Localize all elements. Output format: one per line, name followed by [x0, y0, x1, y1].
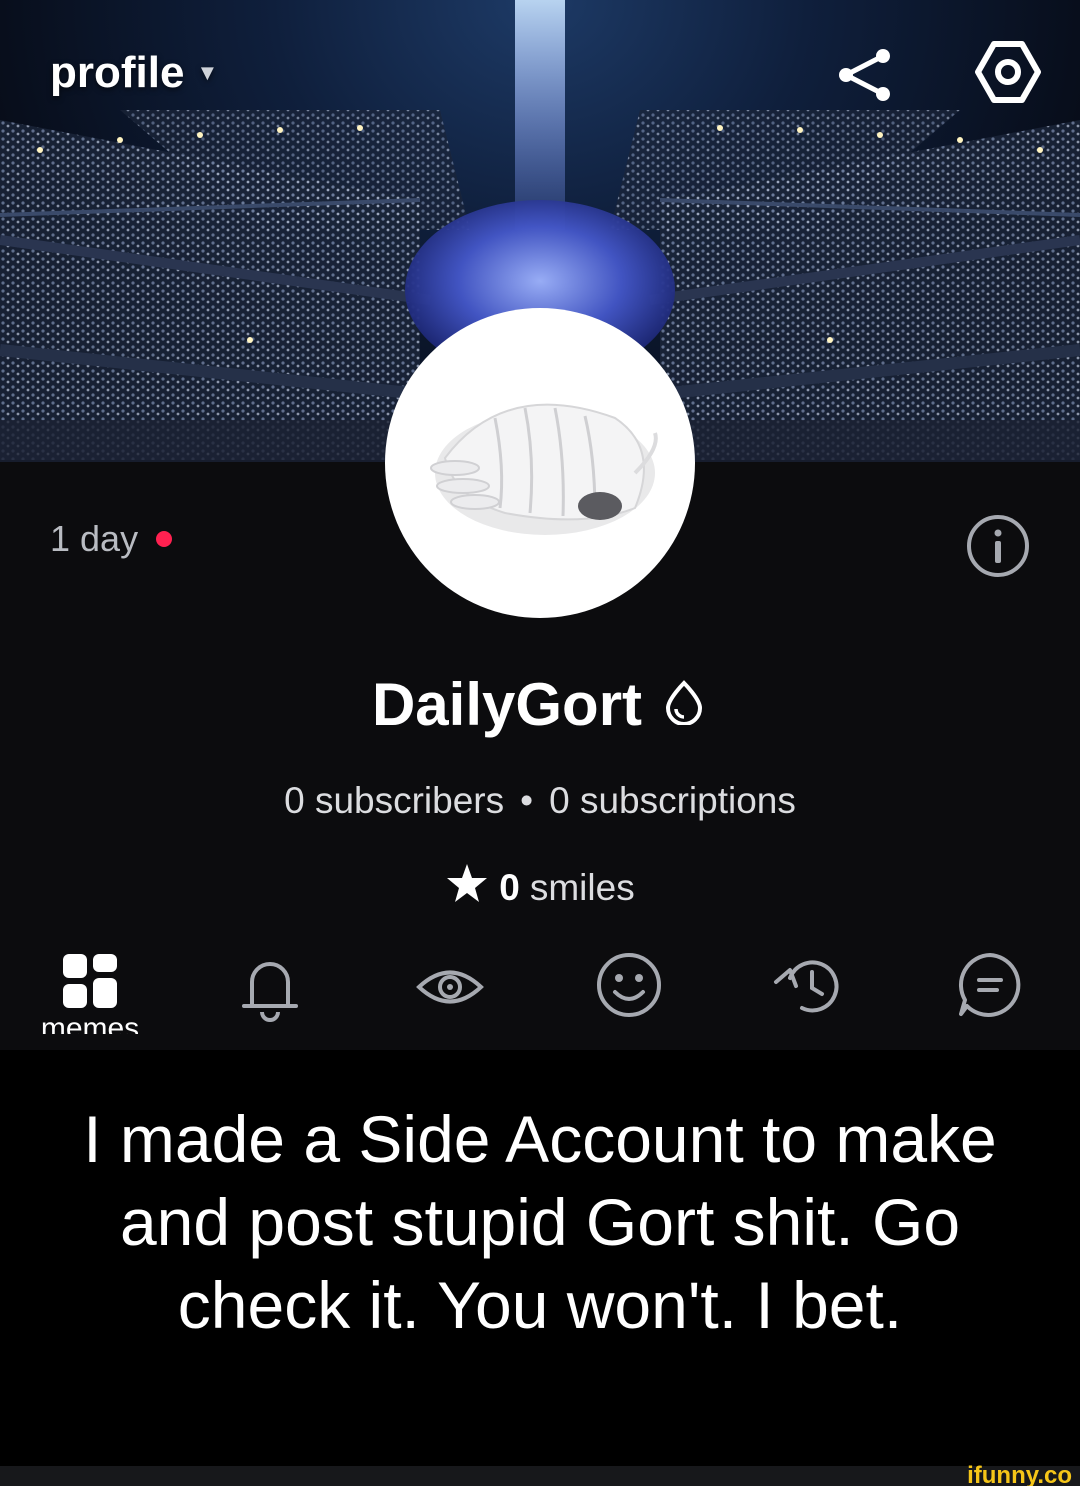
info-icon[interactable] [962, 510, 1034, 582]
smiles-count: 0 [499, 866, 520, 908]
username: DailyGort [371, 671, 643, 738]
watermark: ifunny.co [967, 1462, 1072, 1486]
account-age: 1 day [50, 518, 173, 560]
drop-badge-icon [660, 670, 708, 739]
smiley-icon [597, 953, 661, 1017]
tab-viewed[interactable] [413, 950, 487, 1024]
account-age-label: 1 day [50, 518, 139, 559]
chevron-down-icon: ▼ [196, 60, 219, 85]
profile-menu-button[interactable]: profile ▼ [50, 48, 218, 98]
tab-history[interactable] [772, 950, 848, 1022]
profile-tabs: memes [0, 950, 1080, 1050]
page-title: profile [50, 48, 185, 97]
tab-smiled[interactable] [594, 950, 664, 1020]
grid-icon [63, 954, 117, 1008]
stats-separator: • [520, 780, 534, 821]
subscribers-count[interactable]: 0 subscribers [284, 780, 504, 821]
online-dot [156, 531, 173, 547]
tab-comments[interactable] [954, 950, 1026, 1020]
smiles-label: smiles [529, 866, 635, 908]
tab-notifications[interactable] [235, 950, 305, 1026]
share-icon[interactable] [830, 40, 900, 110]
follow-stats: 0 subscribers • 0 subscriptions [0, 780, 1080, 822]
smiles-stat: 0 smiles [0, 862, 1080, 913]
tab-memes[interactable]: memes [41, 950, 139, 1034]
comment-icon [959, 953, 1021, 1017]
username-row: DailyGort [0, 670, 1080, 739]
footer-bar [0, 1466, 1080, 1486]
tab-memes-label: memes [40, 1014, 140, 1034]
settings-icon[interactable] [972, 36, 1044, 108]
meme-caption: I made a Side Account to make and post s… [83, 1102, 997, 1342]
bell-icon [242, 962, 298, 1022]
subscriptions-count[interactable]: 0 subscriptions [549, 780, 796, 821]
avatar[interactable] [385, 308, 695, 618]
profile-screen: profile ▼ 1 day DailyGort 0 subscribers … [0, 0, 1080, 1050]
star-icon [445, 862, 489, 913]
history-icon [774, 960, 839, 1013]
eye-icon [416, 970, 484, 1004]
